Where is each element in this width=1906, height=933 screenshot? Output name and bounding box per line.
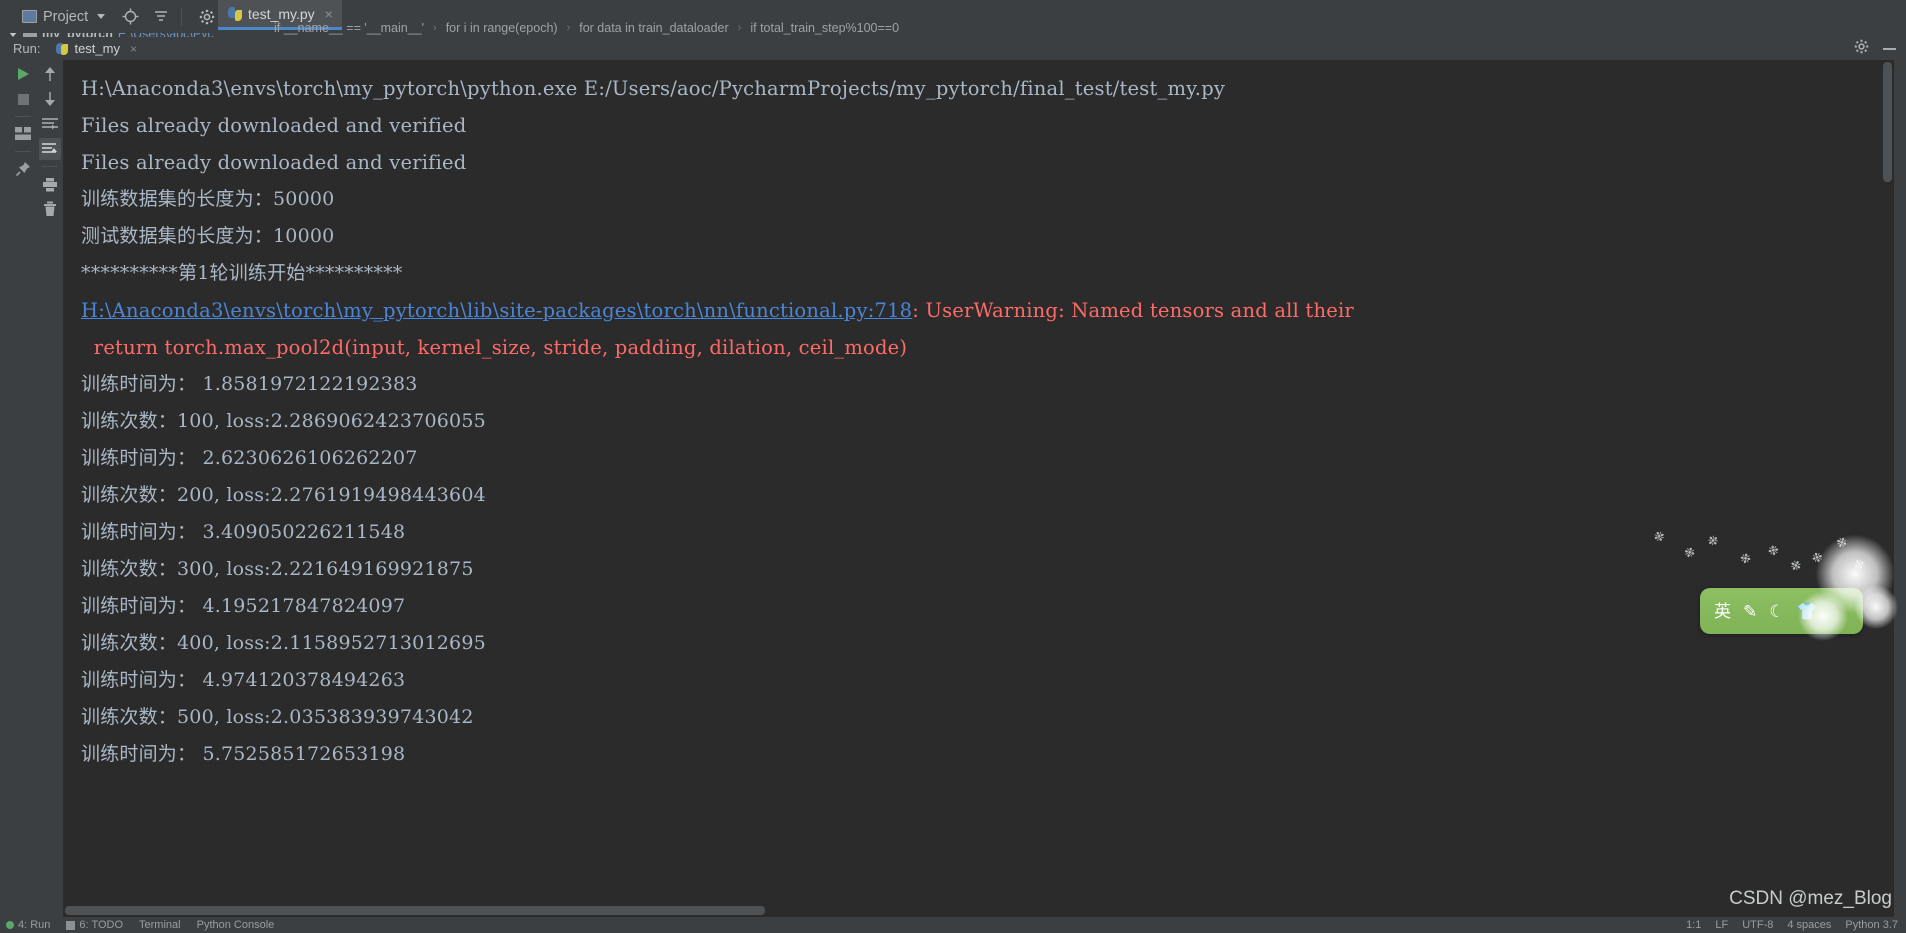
pycharm-window: my_pytorch E:\Users\aoc\Pyc Project test… — [0, 0, 1906, 933]
console-line-s4: 训练次数：400, loss:2.1158952713012695 — [81, 632, 486, 654]
ime-skin-icon[interactable]: 👕 — [1797, 603, 1818, 620]
dandelion-seeds-decoration: ❉ ❉ ❉ ❉ ❉ ❉ ❉ ❉ ❉ — [1651, 527, 1868, 575]
console-line-t4: 训练时间为： 4.195217847824097 — [81, 595, 406, 617]
console-line-dl1: Files already downloaded and verified — [81, 114, 467, 137]
console-line-t6: 训练时间为： 5.752585172653198 — [81, 743, 406, 765]
soft-wrap-icon[interactable] — [39, 113, 61, 135]
run-status-dot-icon — [6, 921, 14, 929]
trash-icon[interactable] — [39, 198, 61, 220]
console-line-warnbody: return torch.max_pool2d(input, kernel_si… — [81, 336, 908, 359]
gear-icon[interactable] — [194, 4, 220, 30]
warning-file-link[interactable]: H:\Anaconda3\envs\torch\my_pytorch\lib\s… — [81, 299, 912, 322]
status-item-python-console-label: Python Console — [196, 919, 275, 931]
todo-icon — [66, 920, 76, 930]
run-panel-header: Run: test_my × — [0, 37, 1906, 60]
pin-icon[interactable] — [12, 158, 34, 180]
status-bar: 4: Run 6: TODO Terminal Python Console 1… — [0, 917, 1906, 933]
toolbar-divider — [41, 166, 58, 167]
toolbar-divider — [181, 7, 183, 26]
console-line-s2: 训练次数：200, loss:2.2761919498443604 — [81, 484, 486, 506]
collapse-all-icon[interactable] — [148, 4, 174, 30]
toolbar-divider — [15, 151, 31, 152]
run-panel-label: Run: — [13, 41, 41, 56]
project-icon — [22, 10, 37, 23]
status-caret-position[interactable]: 1:1 — [1686, 919, 1701, 931]
run-toolbar-secondary — [36, 60, 63, 933]
console-horizontal-scrollbar[interactable] — [63, 904, 1894, 917]
status-bar-right: 1:1 LF UTF-8 4 spaces Python 3.7 — [1686, 919, 1898, 931]
breadcrumb: if __name__ == '__main__' › for i in ran… — [272, 19, 901, 37]
ime-language-mode-button[interactable]: 英 — [1714, 603, 1731, 620]
status-encoding[interactable]: UTF-8 — [1742, 919, 1773, 931]
layout-icon[interactable] — [12, 123, 34, 145]
status-item-run-label: 4: Run — [18, 919, 51, 931]
status-item-terminal[interactable]: Terminal — [139, 919, 181, 931]
breadcrumb-item-2[interactable]: for data in train_dataloader — [577, 21, 730, 35]
breadcrumb-item-3[interactable]: if total_train_step%100==0 — [748, 21, 901, 35]
console-output: H:\Anaconda3\envs\torch\my_pytorch\pytho… — [63, 60, 1894, 773]
project-view-button[interactable]: Project — [14, 4, 112, 30]
console-line-t2: 训练时间为： 2.6230626106262207 — [81, 447, 418, 469]
toolbar-divider — [15, 116, 31, 117]
stop-icon[interactable] — [12, 88, 34, 110]
locate-target-icon[interactable] — [117, 4, 143, 30]
console-vertical-scrollbar[interactable] — [1881, 60, 1894, 917]
status-item-run[interactable]: 4: Run — [6, 919, 50, 931]
console-line-dl2: Files already downloaded and verified — [81, 151, 467, 174]
python-file-icon — [228, 6, 242, 21]
python-file-icon — [56, 42, 69, 55]
status-item-todo-label: 6: TODO — [79, 919, 124, 931]
console-line-trainlen: 训练数据集的长度为：50000 — [81, 188, 335, 210]
console-line-s5: 训练次数：500, loss:2.035383939743042 — [81, 706, 474, 728]
run-panel-header-actions — [1854, 37, 1896, 60]
breadcrumb-separator-2: › — [737, 22, 742, 34]
print-icon[interactable] — [39, 173, 61, 195]
console-line-cmd: H:\Anaconda3\envs\torch\my_pytorch\pytho… — [81, 77, 1226, 100]
console-line-t5: 训练时间为： 4.974120378494263 — [81, 669, 406, 691]
breadcrumb-separator-0: › — [433, 22, 437, 34]
run-icon[interactable] — [12, 63, 34, 85]
scrollbar-thumb[interactable] — [1883, 62, 1892, 182]
close-icon[interactable]: × — [130, 42, 137, 56]
status-item-python-console[interactable]: Python Console — [197, 919, 275, 931]
run-tab-test-my[interactable]: test_my × — [56, 41, 137, 56]
status-item-terminal-label: Terminal — [139, 919, 181, 931]
console-line-s1: 训练次数：100, loss:2.2869062423706055 — [81, 410, 486, 432]
console-line-t1: 训练时间为： 1.8581972122192383 — [81, 373, 418, 395]
console-line-warnlink: H:\Anaconda3\envs\torch\my_pytorch\lib\s… — [81, 292, 1894, 329]
console-line-s3: 训练次数：300, loss:2.221649169921875 — [81, 558, 474, 580]
minimize-icon[interactable] — [1883, 47, 1896, 50]
ime-moon-icon[interactable]: ☾ — [1769, 603, 1784, 620]
ime-pen-icon[interactable]: ✎ — [1743, 603, 1757, 620]
status-item-todo[interactable]: 6: TODO — [66, 919, 123, 931]
breadcrumb-separator-1: › — [566, 22, 571, 34]
status-line-separator[interactable]: LF — [1715, 919, 1728, 931]
status-interpreter[interactable]: Python 3.7 — [1845, 919, 1898, 931]
scroll-to-end-icon[interactable] — [38, 138, 61, 160]
arrow-up-icon[interactable] — [39, 63, 61, 85]
project-button-label: Project — [43, 8, 89, 25]
console-line-epochhdr: **********第1轮训练开始********** — [81, 262, 403, 284]
breadcrumb-item-1[interactable]: for i in range(epoch) — [444, 21, 560, 35]
chevron-down-icon[interactable] — [97, 14, 106, 19]
console-line-t3: 训练时间为： 3.409050226211548 — [81, 521, 406, 543]
gear-icon[interactable] — [1854, 39, 1869, 59]
watermark: CSDN @mez_Blog — [1729, 888, 1892, 909]
run-toolbar-primary — [10, 60, 36, 933]
sogou-ime-toolbar[interactable]: 英 ✎ ☾ 👕 — [1700, 588, 1863, 634]
warning-message-text: : UserWarning: Named tensors and all the… — [912, 299, 1354, 322]
arrow-down-icon[interactable] — [39, 88, 61, 110]
run-tab-label: test_my — [74, 41, 120, 56]
run-console[interactable]: H:\Anaconda3\envs\torch\my_pytorch\pytho… — [63, 60, 1894, 917]
breadcrumb-item-0[interactable]: if __name__ == '__main__' — [272, 21, 426, 35]
status-indent[interactable]: 4 spaces — [1787, 919, 1831, 931]
console-line-testlen: 测试数据集的长度为：10000 — [81, 225, 335, 247]
scrollbar-thumb[interactable] — [65, 906, 765, 915]
